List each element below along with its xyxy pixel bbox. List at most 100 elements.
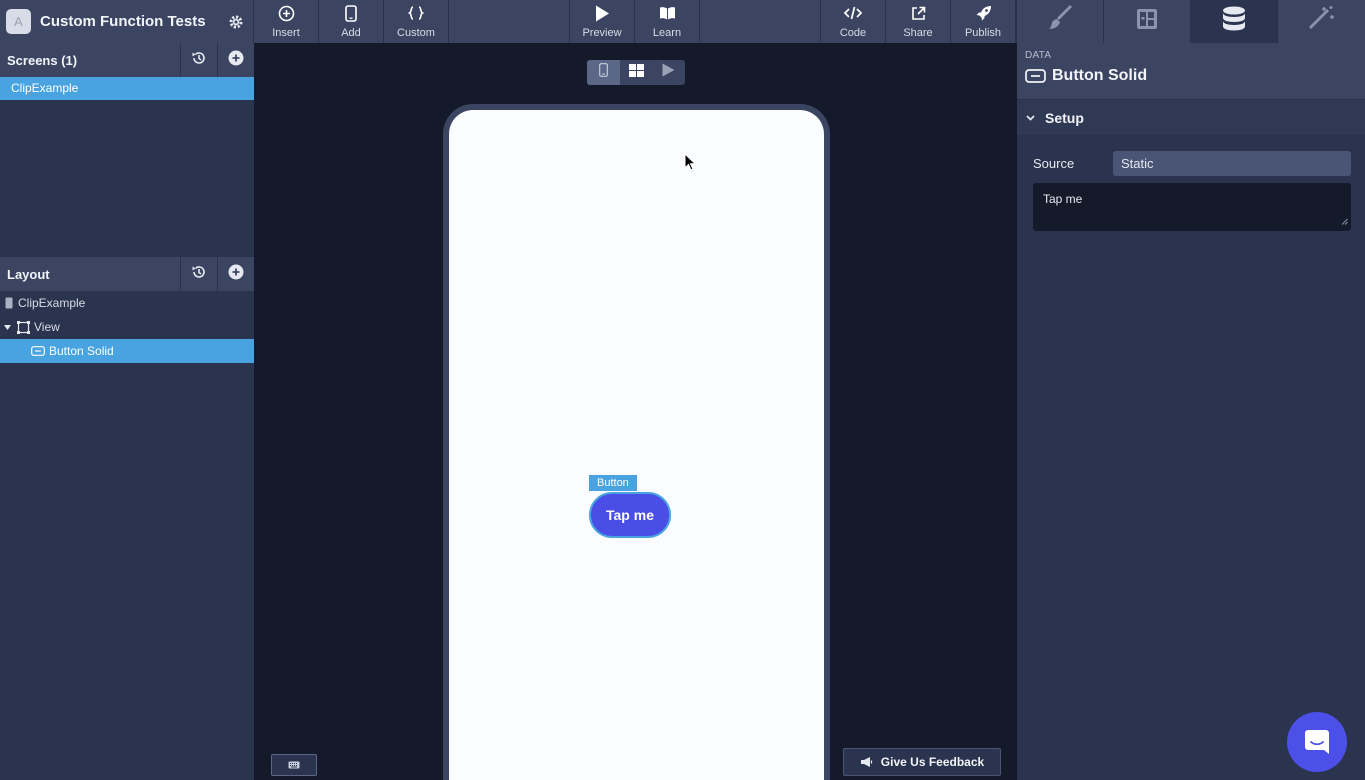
tree-item-label: Button Solid: [49, 344, 114, 358]
screen-item-clipexample[interactable]: ClipExample: [0, 77, 254, 100]
preview-label: Preview: [582, 27, 622, 39]
toolbar-spacer: [449, 0, 570, 43]
share-label: Share: [903, 27, 933, 39]
layout-icon: [1136, 8, 1158, 35]
setup-section-header[interactable]: Setup: [1017, 99, 1365, 135]
publish-label: Publish: [964, 27, 1002, 39]
grid-view-button[interactable]: [620, 60, 653, 85]
selected-component-tag: Button: [589, 475, 637, 491]
custom-button[interactable]: Custom: [384, 0, 449, 43]
phone-icon: [5, 297, 13, 309]
megaphone-icon: [860, 757, 873, 767]
inspector-header: DATA Button Solid: [1017, 43, 1365, 99]
tap-me-button[interactable]: Tap me: [589, 492, 671, 538]
magic-wand-icon: [1307, 5, 1335, 38]
support-chat-button[interactable]: [1287, 712, 1347, 772]
brush-icon: [1046, 5, 1074, 38]
code-icon: [844, 4, 862, 22]
caret-down-icon[interactable]: [4, 324, 11, 330]
chevron-down-icon: [1026, 114, 1035, 121]
code-label: Code: [839, 27, 867, 39]
learn-label: Learn: [652, 27, 682, 39]
layout-tree: ClipExample View Button Solid: [0, 291, 254, 363]
tree-item-view[interactable]: View: [0, 315, 254, 339]
tree-item-label: ClipExample: [18, 296, 86, 310]
add-button[interactable]: Add: [319, 0, 384, 43]
publish-button[interactable]: Publish: [951, 0, 1016, 43]
inspector-kicker: DATA: [1025, 50, 1052, 61]
screens-history-button[interactable]: [180, 43, 217, 77]
phone-icon: [345, 4, 357, 22]
screens-list: ClipExample: [0, 77, 254, 257]
add-label: Add: [341, 27, 361, 39]
rocket-icon: [975, 4, 992, 22]
button-text-value: Tap me: [1043, 192, 1083, 206]
tab-actions[interactable]: [1277, 0, 1364, 43]
toolbar-spacer-2: [700, 0, 821, 43]
play-icon: [595, 4, 610, 22]
plus-circle-icon: [228, 50, 244, 71]
layout-history-button[interactable]: [180, 257, 217, 291]
mobile-view-button[interactable]: [587, 60, 620, 85]
book-icon: [659, 4, 676, 22]
app-logo[interactable]: A: [6, 9, 31, 34]
source-label: Source: [1033, 156, 1075, 171]
tree-item-clipexample[interactable]: ClipExample: [0, 291, 254, 315]
tab-layout[interactable]: [1103, 0, 1190, 43]
button-icon: [31, 346, 45, 356]
add-component-button[interactable]: [217, 257, 254, 291]
inspector-panel: DATA Button Solid Setup Source Static Ta…: [1017, 43, 1365, 780]
chat-icon: [1303, 728, 1331, 756]
custom-label: Custom: [397, 27, 435, 39]
gear-icon[interactable]: [227, 13, 245, 31]
database-icon: [1222, 6, 1246, 37]
setup-section-title: Setup: [1045, 109, 1084, 126]
phone-frame: Button Tap me: [443, 104, 830, 780]
screens-header: Screens (1): [0, 43, 254, 77]
tab-style[interactable]: [1016, 0, 1103, 43]
learn-button[interactable]: Learn: [635, 0, 700, 43]
external-link-icon: [911, 4, 926, 22]
source-select[interactable]: Static: [1113, 151, 1351, 176]
top-toolbar: A Custom Function Tests Insert Add Custo…: [0, 0, 1365, 43]
inspector-title-row: Button Solid: [1025, 67, 1365, 85]
layout-header: Layout: [0, 257, 254, 291]
app-root: A Custom Function Tests Insert Add Custo…: [0, 0, 1365, 780]
tree-item-label: View: [34, 320, 60, 334]
add-screen-button[interactable]: [217, 43, 254, 77]
feedback-label: Give Us Feedback: [880, 755, 985, 769]
tree-item-button-solid[interactable]: Button Solid: [0, 339, 254, 363]
history-icon: [191, 264, 207, 285]
device-toggle: [587, 60, 685, 85]
play-mode-button[interactable]: [652, 60, 685, 85]
plus-circle-icon: [228, 264, 244, 285]
tab-data[interactable]: [1190, 0, 1277, 43]
button-icon: [1025, 69, 1046, 83]
history-icon: [191, 50, 207, 71]
play-icon: [662, 63, 675, 82]
feedback-button[interactable]: Give Us Feedback: [843, 748, 1001, 776]
view-box-icon: [17, 320, 30, 334]
phone-icon: [598, 63, 608, 82]
app-header: A Custom Function Tests: [0, 0, 254, 43]
plus-circle-icon: [278, 4, 295, 22]
button-text-field[interactable]: Tap me: [1033, 183, 1351, 231]
insert-button[interactable]: Insert: [254, 0, 319, 43]
resize-handle-icon[interactable]: [1341, 214, 1348, 228]
mouse-cursor-icon: [684, 152, 697, 176]
editor-canvas: Button Tap me Give Us Feedback: [254, 43, 1017, 780]
app-title: Custom Function Tests: [40, 13, 206, 30]
preview-button[interactable]: Preview: [570, 0, 635, 43]
grid-icon: [628, 63, 644, 82]
keyboard-button[interactable]: [271, 754, 317, 776]
code-button[interactable]: Code: [821, 0, 886, 43]
share-button[interactable]: Share: [886, 0, 951, 43]
inspector-title: Button Solid: [1052, 67, 1148, 84]
keyboard-icon: [288, 756, 300, 774]
screens-title: Screens (1): [7, 52, 78, 68]
left-panel: Screens (1) ClipExample Layout ClipExamp…: [0, 43, 254, 780]
insert-label: Insert: [272, 27, 300, 39]
layout-title: Layout: [7, 266, 50, 282]
source-field-row: Source Static: [1017, 151, 1365, 176]
braces-icon: [408, 4, 424, 22]
